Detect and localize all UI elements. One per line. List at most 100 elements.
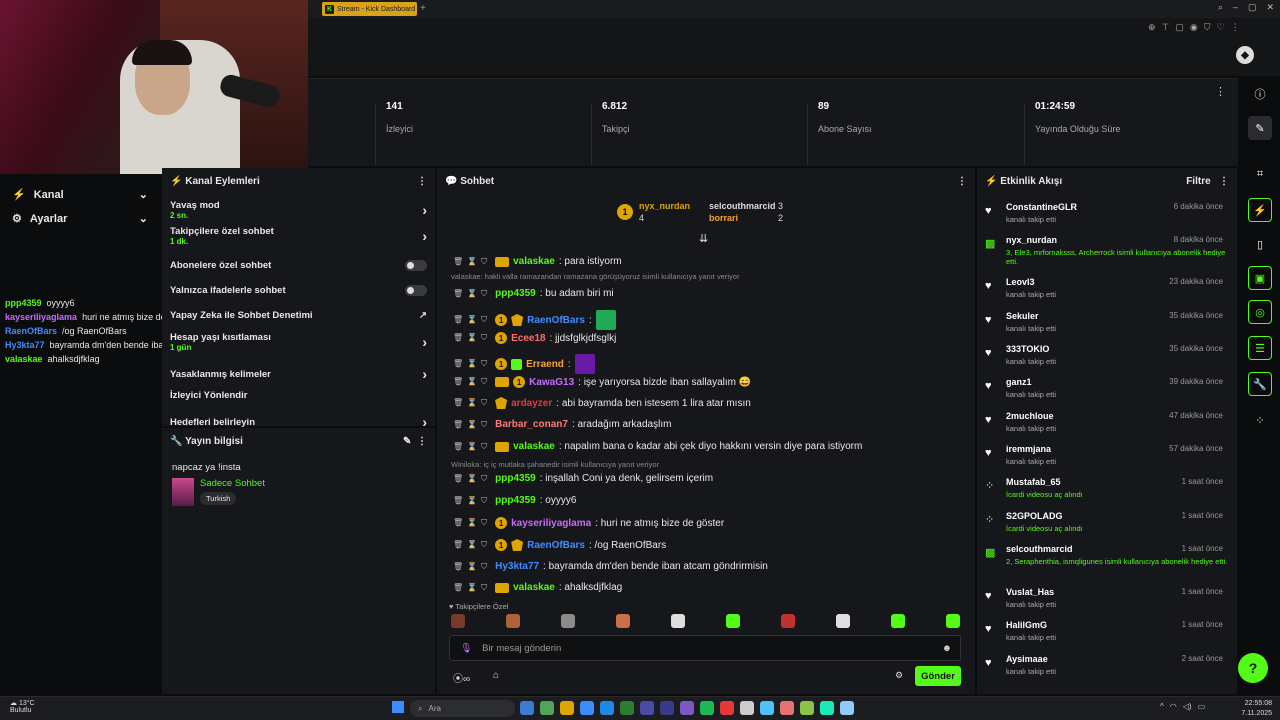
emote-button[interactable]: [616, 614, 630, 628]
mod-actions-icon[interactable]: 🗑⌛⛉: [453, 289, 491, 299]
emote-button[interactable]: [671, 614, 685, 628]
stats-menu-icon[interactable]: ⋮: [1215, 85, 1226, 98]
maximize-icon[interactable]: ▢: [1248, 2, 1257, 13]
pin-icon[interactable]: ⊤: [1162, 22, 1170, 33]
sidebar-item-ayarlar[interactable]: ⚙ Ayarlar ⌄: [0, 206, 162, 230]
chat-username[interactable]: RaenOfBars: [527, 315, 585, 326]
chat-username[interactable]: Hy3kta77: [495, 561, 539, 572]
chat-username[interactable]: ppp4359: [495, 288, 536, 299]
filter-button[interactable]: Filtre: [1186, 176, 1210, 187]
chat-username[interactable]: KawaG13: [529, 377, 574, 388]
close-icon[interactable]: ✕: [1266, 2, 1274, 13]
user-avatar[interactable]: ◆: [1236, 46, 1254, 64]
wifi-icon[interactable]: ◠: [1170, 702, 1177, 711]
mod-actions-icon[interactable]: 🗑⌛⛉: [453, 442, 491, 452]
mod-actions-icon[interactable]: 🗑⌛⛉: [453, 583, 491, 593]
emote-button[interactable]: [451, 614, 465, 628]
weather-widget[interactable]: ☁ 13°C Bulutlu: [10, 699, 35, 714]
taskbar-app-icon[interactable]: [580, 701, 594, 715]
taskbar-app-icon[interactable]: [700, 701, 714, 715]
chat-input[interactable]: 🎙 Bir mesaj gönderin ☻: [449, 635, 961, 661]
mod-actions-icon[interactable]: 🗑⌛⛉: [453, 562, 491, 572]
chat-username[interactable]: ppp4359: [495, 473, 536, 484]
battery-icon[interactable]: ▭: [1198, 702, 1206, 711]
mic-icon[interactable]: 🎙: [460, 643, 472, 654]
window-icon[interactable]: ▢: [1175, 22, 1184, 33]
taskbar-app-icon[interactable]: [520, 701, 534, 715]
sidebar-item-kanal[interactable]: ⚡ Kanal ⌄: [0, 182, 162, 206]
toggle-switch[interactable]: [405, 260, 427, 271]
list-icon[interactable]: ☰: [1248, 336, 1272, 360]
chat-username[interactable]: Barbar_conan7: [495, 419, 568, 430]
windows-start-icon[interactable]: [392, 701, 404, 713]
channel-action-1[interactable]: Takipçilere özel sohbet 1 dk. ›: [162, 226, 435, 246]
zoom-icon[interactable]: ⊕: [1148, 22, 1156, 33]
clock[interactable]: 22:55:08 7.11.2025: [1241, 699, 1272, 719]
taskbar-app-icon[interactable]: [780, 701, 794, 715]
chat-username[interactable]: kayseriliyaglama: [511, 518, 591, 529]
mod-actions-icon[interactable]: 🗑⌛⛉: [453, 420, 491, 430]
collapse-icon[interactable]: ⇊: [699, 232, 708, 245]
emote-button[interactable]: [891, 614, 905, 628]
menu-icon[interactable]: ⋮: [1231, 22, 1240, 33]
menu-icon[interactable]: ⋮: [417, 176, 427, 187]
channel-action-0[interactable]: Yavaş mod 2 sn. ›: [162, 200, 435, 220]
taskbar-app-icon[interactable]: [680, 701, 694, 715]
edit-icon[interactable]: ✎: [403, 436, 411, 447]
toggle-switch[interactable]: [405, 285, 427, 296]
mod-actions-icon[interactable]: 🗑⌛⛉: [453, 496, 491, 506]
taskbar-app-icon[interactable]: [740, 701, 754, 715]
category-link[interactable]: Sadece Sohbet: [200, 478, 265, 489]
chat-username[interactable]: valaskae: [513, 582, 555, 593]
menu-icon[interactable]: ⋮: [417, 436, 427, 447]
mod-actions-icon[interactable]: 🗑⌛⛉: [453, 474, 491, 484]
taskbar-app-icon[interactable]: [640, 701, 654, 715]
channel-action-2[interactable]: Abonelere özel sohbet: [162, 260, 435, 271]
points-icon[interactable]: ⦿∞: [453, 670, 470, 685]
taskbar-app-icon[interactable]: [820, 701, 834, 715]
chat-icon[interactable]: ▣: [1248, 266, 1272, 290]
mod-actions-icon[interactable]: 🗑⌛⛉: [453, 333, 491, 343]
taskbar-app-icon[interactable]: [760, 701, 774, 715]
browser-tab[interactable]: K Stream - Kick Dashboard: [322, 2, 417, 16]
taskbar-app-icon[interactable]: [840, 701, 854, 715]
store-icon[interactable]: ⌂: [493, 670, 499, 681]
broadcast-icon[interactable]: ◎: [1248, 300, 1272, 324]
taskbar-search[interactable]: ⌕ Ara: [410, 700, 515, 717]
chat-username[interactable]: valaskae: [513, 256, 555, 267]
chat-username[interactable]: ardayzer: [511, 398, 552, 409]
heart-icon[interactable]: ♡: [1217, 22, 1225, 33]
chat-username[interactable]: valaskae: [513, 441, 555, 452]
dots-icon[interactable]: ⁘: [1248, 408, 1272, 432]
bolt-icon[interactable]: ⚡: [1248, 198, 1272, 222]
new-tab-icon[interactable]: +: [420, 3, 426, 14]
minimize-icon[interactable]: –: [1233, 2, 1238, 13]
chat-username[interactable]: Erraend: [526, 359, 564, 370]
menu-icon[interactable]: ⋮: [957, 176, 967, 187]
edit-icon[interactable]: ✎: [1248, 116, 1272, 140]
volume-icon[interactable]: ◁): [1183, 702, 1192, 711]
search-icon[interactable]: ⌕: [1218, 2, 1223, 13]
support-button[interactable]: ?: [1238, 653, 1268, 683]
mod-actions-icon[interactable]: 🗑⌛⛉: [453, 518, 491, 528]
channel-action-7[interactable]: İzleyici Yönlendir: [162, 390, 435, 401]
chat-username[interactable]: ppp4359: [495, 495, 536, 506]
mod-actions-icon[interactable]: 🗑⌛⛉: [453, 315, 491, 325]
emote-button[interactable]: [946, 614, 960, 628]
emoji-icon[interactable]: ☻: [942, 643, 952, 654]
chat-username[interactable]: Ecee18: [511, 333, 545, 344]
language-tag[interactable]: Turkish: [200, 492, 237, 505]
mod-actions-icon[interactable]: 🗑⌛⛉: [453, 359, 491, 369]
leaderboard-user[interactable]: nyx_nurdan: [639, 201, 690, 211]
channel-action-5[interactable]: Hesap yaşı kısıtlaması 1 gün ›: [162, 332, 435, 352]
phone-icon[interactable]: ▯: [1248, 232, 1272, 256]
menu-icon[interactable]: ⋮: [1219, 176, 1229, 187]
emote-button[interactable]: [726, 614, 740, 628]
mod-actions-icon[interactable]: 🗑⌛⛉: [453, 398, 491, 408]
emote-button[interactable]: [506, 614, 520, 628]
emote-button[interactable]: [836, 614, 850, 628]
taskbar-app-icon[interactable]: [660, 701, 674, 715]
emote-button[interactable]: [561, 614, 575, 628]
leaderboard-user[interactable]: selcouthmarcid: [709, 201, 776, 211]
taskbar-app-icon[interactable]: [620, 701, 634, 715]
